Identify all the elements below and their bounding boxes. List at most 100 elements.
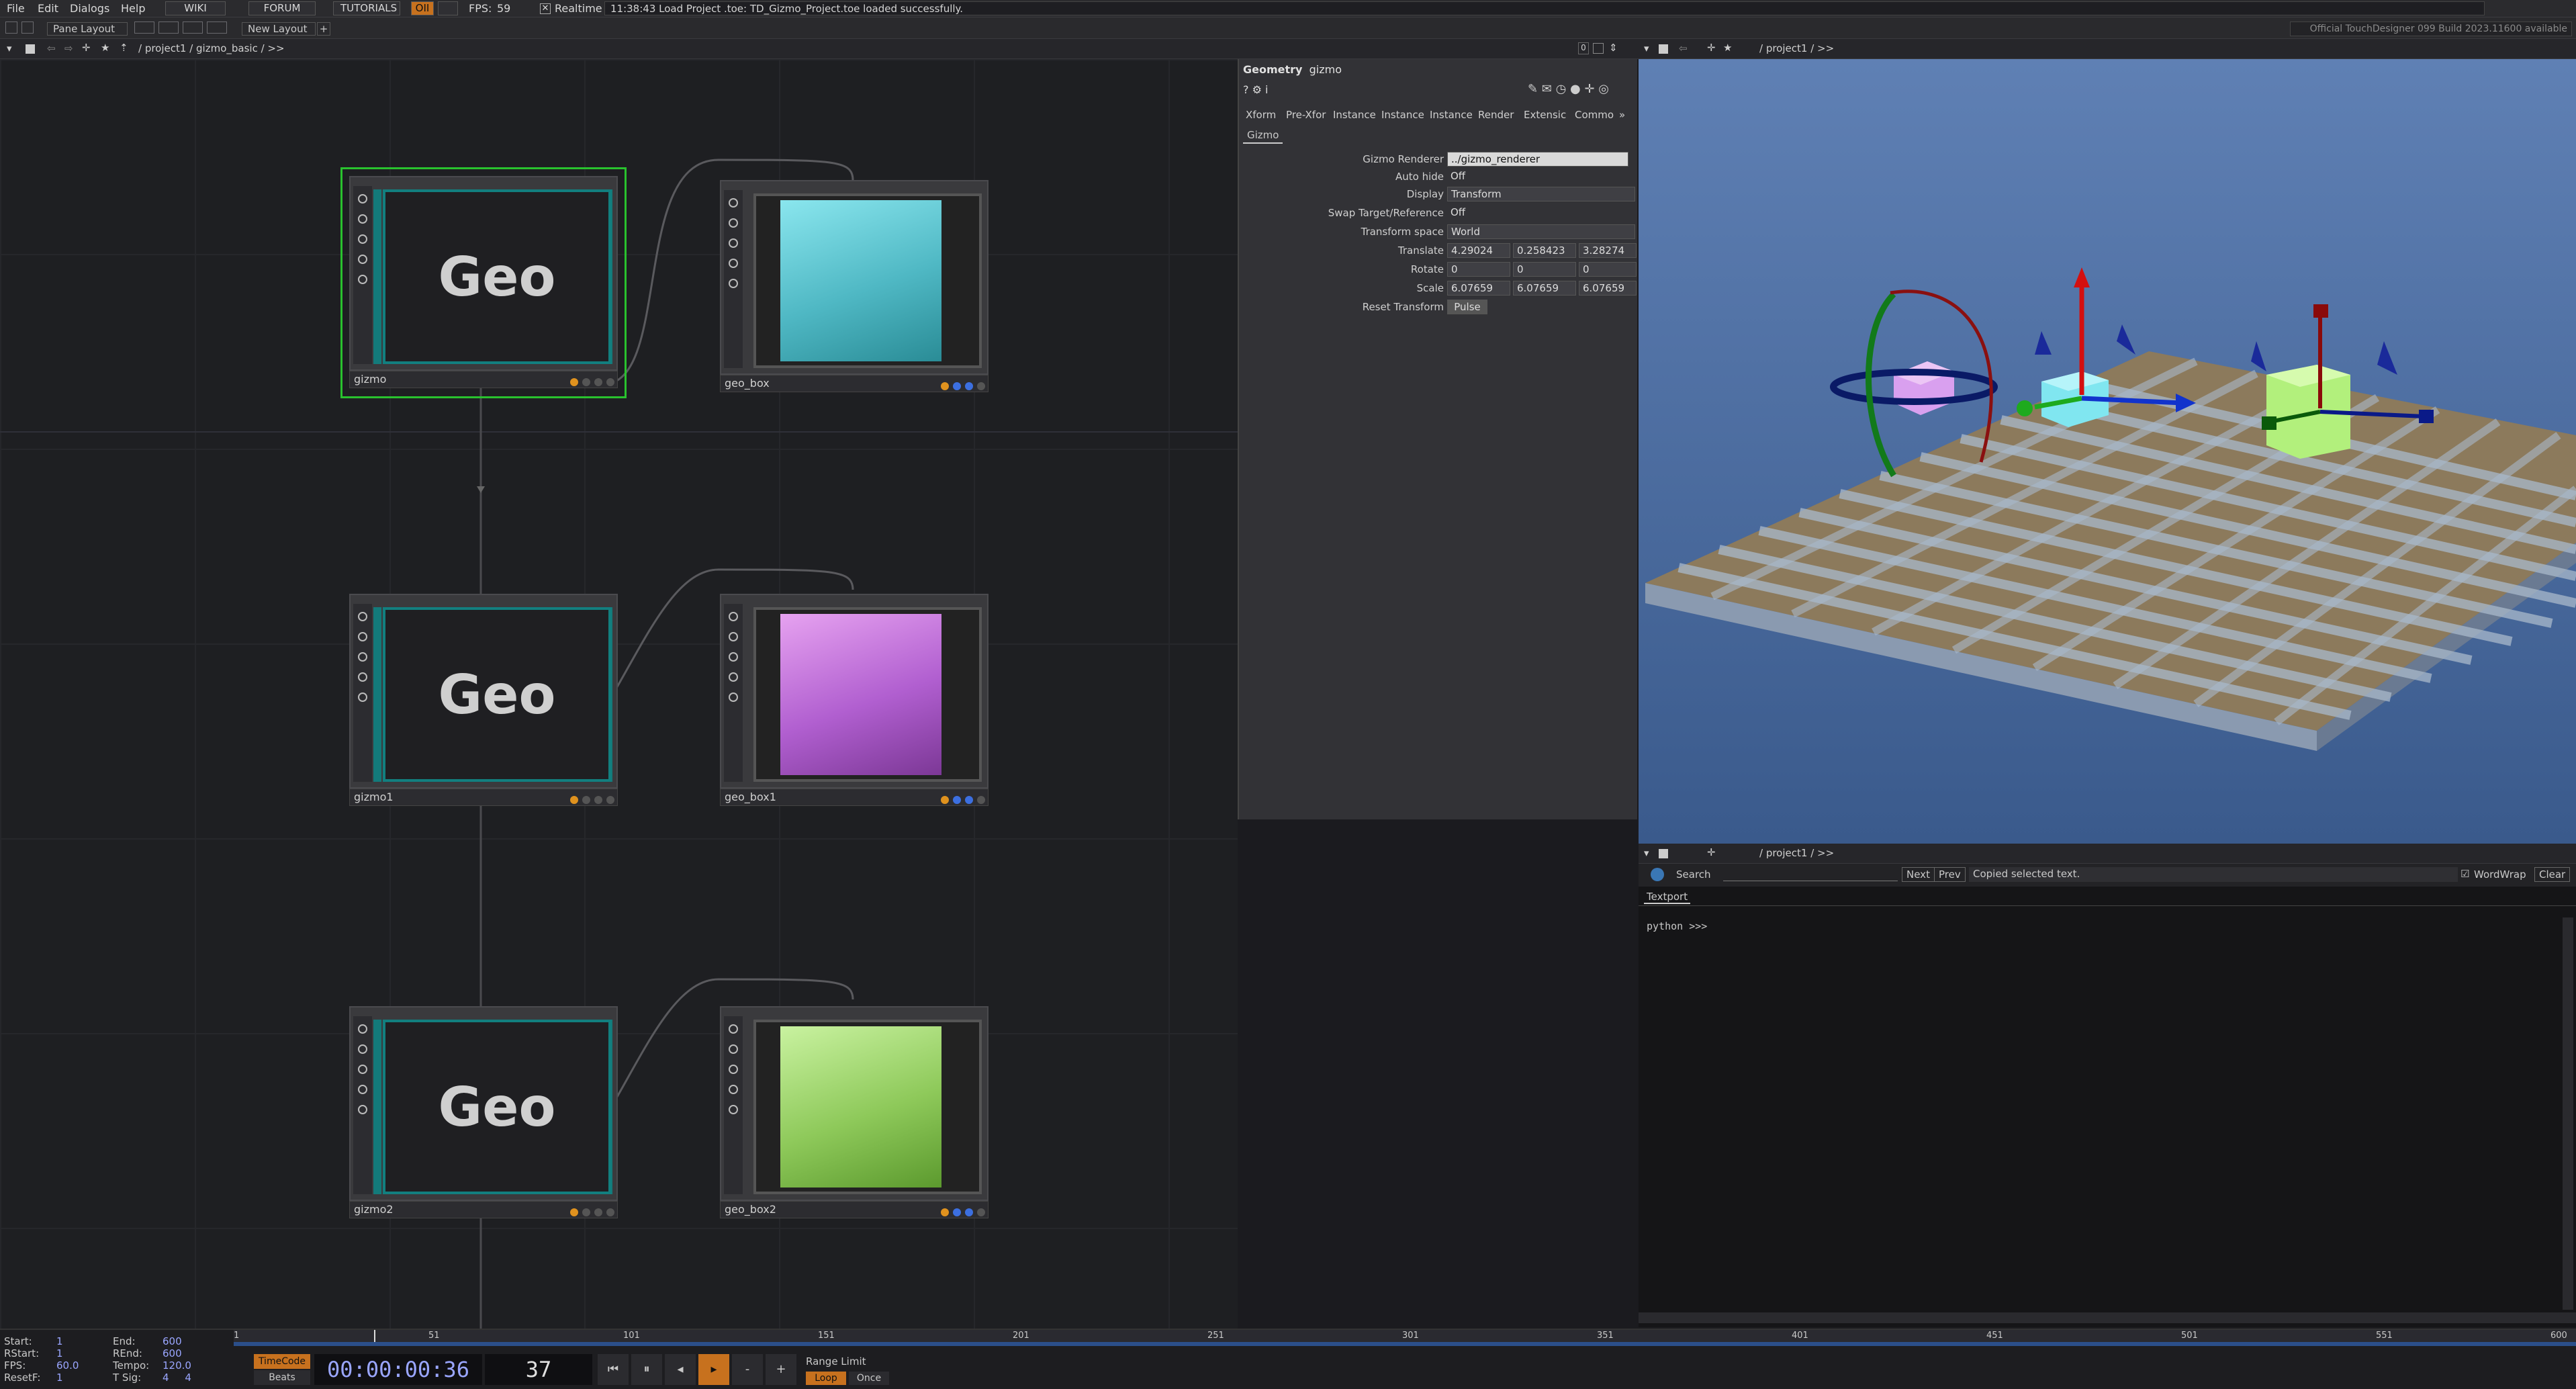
home-icon[interactable]: ✛ — [1707, 42, 1716, 54]
menu-help[interactable]: Help — [121, 2, 145, 15]
tab-extensions[interactable]: Extensic — [1524, 109, 1566, 121]
param-help-icons[interactable]: ? ⚙ i — [1243, 83, 1268, 96]
tutorials-button[interactable]: TUTORIALS — [333, 1, 400, 15]
monitor-icon[interactable] — [21, 21, 34, 34]
timeline-range-bar[interactable] — [234, 1342, 2576, 1346]
pane-menu-icon[interactable]: ▾ — [1644, 847, 1649, 859]
timecode-display[interactable]: 00:00:00:36 — [314, 1354, 482, 1385]
stop-icon[interactable] — [1659, 44, 1668, 54]
timeline-ruler[interactable]: 1 51 101 151 201 251 301 351 401 451 501… — [234, 1330, 2576, 1342]
tab-gizmo[interactable]: Gizmo — [1243, 128, 1283, 144]
node-gizmo[interactable]: Geo gizmo — [340, 167, 627, 398]
geo-text: Geo — [438, 664, 556, 726]
up-icon[interactable]: ⇡ — [120, 42, 128, 54]
network-path[interactable]: / project1 / gizmo_basic / >> — [138, 42, 285, 54]
prev-button[interactable]: Prev — [1934, 867, 1966, 882]
layout-slot-icon[interactable] — [183, 21, 203, 34]
node-side-icons[interactable] — [353, 604, 372, 782]
home-icon[interactable]: ✛ — [1707, 846, 1716, 858]
play-icon[interactable]: ▸ — [698, 1354, 729, 1385]
wiki-button[interactable]: WIKI — [165, 1, 226, 15]
node-side-icons[interactable] — [724, 1016, 743, 1194]
stop-icon[interactable] — [26, 44, 35, 54]
tab-xform[interactable]: Xform — [1246, 109, 1276, 121]
back-icon[interactable]: ⇦ — [47, 42, 56, 54]
forward-icon[interactable]: ⇨ — [64, 42, 73, 54]
node-name[interactable]: geo_box1 — [725, 791, 776, 803]
layout-icon[interactable] — [5, 21, 17, 34]
node-name[interactable]: gizmo1 — [354, 791, 394, 803]
menu-edit[interactable]: Edit — [38, 2, 58, 15]
node-side-icons[interactable] — [353, 186, 372, 364]
wordwrap-checkbox[interactable]: ☑ — [2460, 868, 2469, 880]
tab-instance[interactable]: Instance — [1333, 109, 1376, 121]
pane-layout-button[interactable]: Pane Layout — [47, 22, 128, 36]
beats-toggle[interactable]: Beats — [254, 1370, 310, 1385]
clear-button[interactable]: Clear — [2534, 867, 2571, 882]
node-gizmo1[interactable]: Geo gizmo1 — [349, 594, 618, 809]
tab-textport[interactable]: Textport — [1644, 891, 1691, 904]
layout-slot-icon[interactable] — [158, 21, 179, 34]
tab-instance3[interactable]: Instance — [1430, 109, 1473, 121]
realtime-checkbox[interactable]: ✕ — [540, 3, 551, 14]
build-notice[interactable]: Official TouchDesigner 099 Build 2023.11… — [2290, 21, 2572, 36]
menu-file[interactable]: File — [7, 2, 25, 15]
node-side-icons[interactable] — [724, 604, 743, 782]
python-prompt[interactable]: python >>> — [1647, 920, 1707, 932]
textport-path[interactable]: / project1 / >> — [1759, 847, 1834, 859]
frame-display[interactable]: 37 — [485, 1354, 592, 1385]
forum-button[interactable]: FORUM — [248, 1, 316, 15]
playhead[interactable] — [374, 1330, 376, 1342]
node-name[interactable]: geo_box — [725, 377, 770, 390]
viewer-path[interactable]: / project1 / >> — [1759, 42, 1834, 54]
pane-zero-button[interactable]: 0 — [1578, 42, 1589, 54]
node-side-icons[interactable] — [353, 1016, 372, 1194]
new-layout-button[interactable]: New Layout — [242, 22, 316, 36]
tab-pre-xform[interactable]: Pre-Xfor — [1286, 109, 1326, 121]
pane-menu-icon[interactable]: ▾ — [1644, 42, 1649, 54]
node-geo-box1[interactable]: geo_box1 — [720, 594, 988, 809]
more-tabs-icon[interactable]: » — [1619, 109, 1625, 121]
node-name[interactable]: gizmo2 — [354, 1203, 394, 1216]
loop-toggle[interactable]: Loop — [806, 1372, 846, 1385]
network-editor[interactable]: Geo gizmo geo_box Geo gizmo1 geo_box1 Ge… — [0, 59, 1238, 1329]
oii-indicator[interactable]: OII — [411, 1, 434, 15]
search-input[interactable] — [1723, 868, 1898, 881]
node-gizmo2[interactable]: Geo gizmo2 — [349, 1006, 618, 1221]
param-tools-icons[interactable]: ✎ ✉ ◷ ● ✛ ◎ — [1528, 82, 1609, 96]
3d-viewport[interactable] — [1639, 59, 2576, 844]
play-reverse-icon[interactable]: ◂ — [665, 1354, 696, 1385]
stop-icon[interactable] — [1659, 849, 1668, 858]
rewind-icon[interactable]: ⏮ — [598, 1354, 629, 1385]
node-name[interactable]: gizmo — [354, 373, 386, 386]
node-geo-box[interactable]: geo_box — [720, 180, 988, 395]
once-toggle[interactable]: Once — [849, 1372, 889, 1385]
pane-menu-icon[interactable]: ▾ — [7, 42, 12, 54]
split-icon[interactable]: ⇕ — [1609, 42, 1618, 54]
node-name[interactable]: geo_box2 — [725, 1203, 776, 1216]
realtime-label: Realtime — [555, 2, 602, 15]
menu-dialogs[interactable]: Dialogs — [70, 2, 109, 15]
perform-mode-icon[interactable] — [438, 1, 458, 15]
layout-slot-icon[interactable] — [207, 21, 227, 34]
step-back-icon[interactable]: - — [732, 1354, 763, 1385]
bookmark-icon[interactable]: ★ — [1723, 42, 1732, 54]
pause-icon[interactable]: ⏸ — [631, 1354, 662, 1385]
node-side-icons[interactable] — [724, 190, 743, 368]
next-button[interactable]: Next — [1902, 867, 1935, 882]
bookmark-icon[interactable]: ★ — [101, 42, 109, 54]
horizontal-scrollbar[interactable] — [1639, 1312, 2576, 1323]
vertical-scrollbar[interactable] — [2563, 917, 2573, 1310]
timecode-toggle[interactable]: TimeCode — [254, 1354, 310, 1369]
add-layout-icon[interactable]: + — [317, 22, 330, 36]
tab-instance2[interactable]: Instance — [1381, 109, 1424, 121]
tab-render[interactable]: Render — [1478, 109, 1514, 121]
node-geo-box2[interactable]: geo_box2 — [720, 1006, 988, 1221]
step-forward-icon[interactable]: + — [766, 1354, 796, 1385]
op-name[interactable]: gizmo — [1309, 63, 1342, 76]
maximize-icon[interactable] — [1593, 43, 1604, 54]
back-icon[interactable]: ⇦ — [1679, 42, 1688, 54]
tab-common[interactable]: Commo — [1575, 109, 1614, 121]
home-icon[interactable]: ✛ — [82, 42, 91, 54]
layout-slot-icon[interactable] — [134, 21, 154, 34]
